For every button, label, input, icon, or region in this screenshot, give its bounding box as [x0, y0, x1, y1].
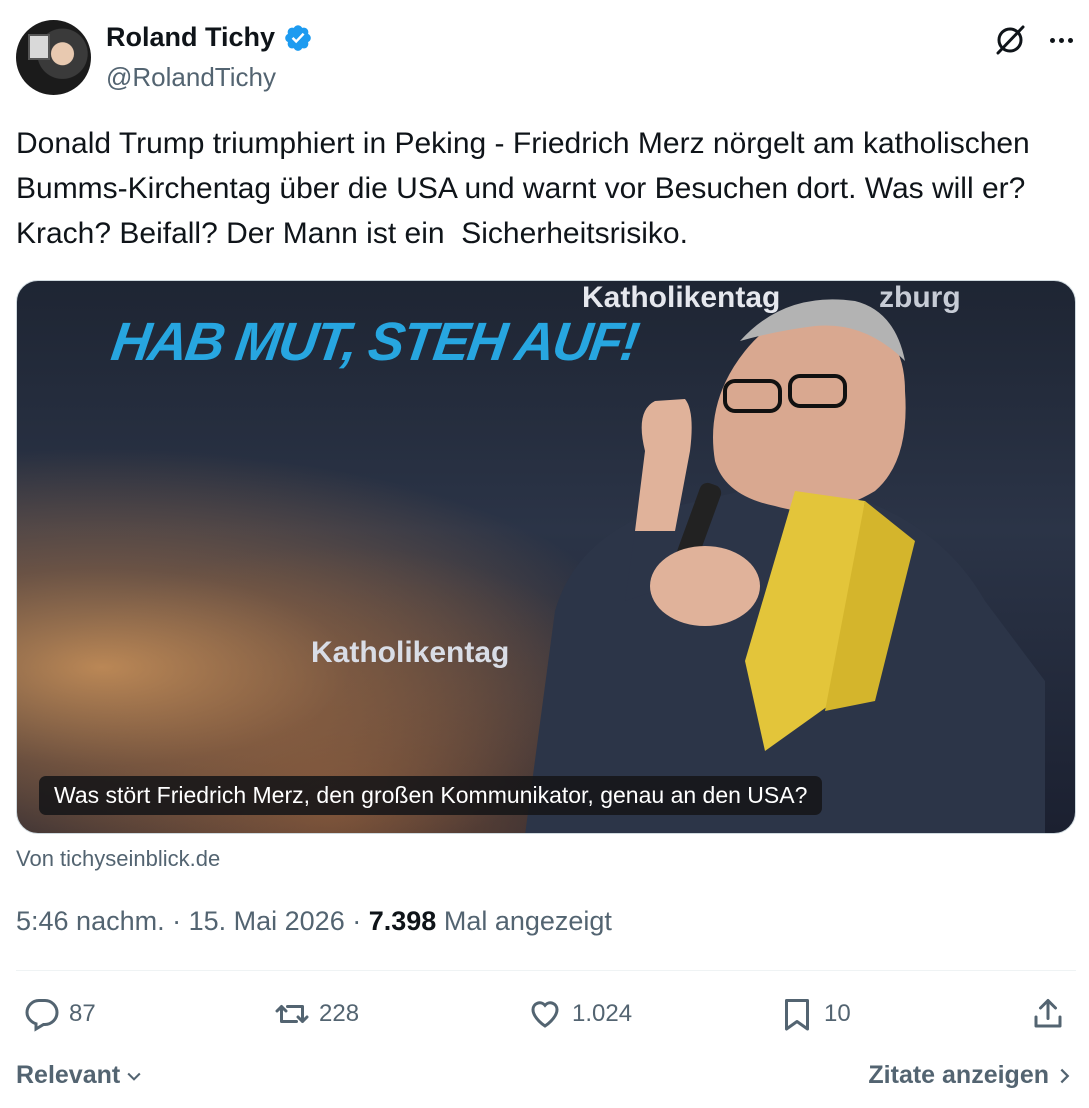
sort-dropdown[interactable]: Relevant: [16, 1061, 144, 1090]
quotes-label: Zitate anzeigen: [868, 1061, 1049, 1089]
bookmark-count: 10: [824, 1000, 851, 1027]
media-caption: Was stört Friedrich Merz, den großen Kom…: [39, 776, 823, 815]
sort-label: Relevant: [16, 1061, 121, 1089]
divider: [16, 970, 1076, 971]
view-count: 7.398: [368, 906, 437, 936]
tweet-date[interactable]: 15. Mai 2026: [189, 906, 345, 936]
share-button[interactable]: [1030, 996, 1066, 1032]
like-button[interactable]: 1.024: [527, 996, 632, 1032]
chevron-down-icon: [127, 1072, 141, 1081]
action-bar: 87 228 1.024 10: [16, 996, 1076, 1040]
avatar-picture-frame: [28, 34, 50, 60]
repost-count: 228: [319, 1000, 360, 1027]
repost-icon: [275, 1005, 309, 1023]
bookmark-icon: [785, 999, 809, 1031]
tweet-text: Donald Trump triumphiert in Peking - Fri…: [16, 127, 1039, 250]
bookmark-button[interactable]: 10: [779, 996, 851, 1032]
verified-badge-icon[interactable]: [283, 23, 313, 53]
reply-button[interactable]: 87: [24, 996, 96, 1032]
more-icon[interactable]: [1044, 22, 1078, 58]
share-icon: [1034, 999, 1062, 1028]
author-display-name[interactable]: Roland Tichy: [106, 22, 275, 53]
heart-icon: [531, 1001, 559, 1028]
speaker-photo: [525, 299, 1045, 833]
chevron-right-icon: [1060, 1068, 1070, 1083]
reply-icon: [25, 999, 59, 1032]
like-count: 1.024: [572, 1000, 633, 1027]
tweet-time[interactable]: 5:46 nachm.: [16, 906, 165, 936]
tweet-media-card[interactable]: HAB MUT, STEH AUF! Katholikentag zburg K…: [16, 280, 1076, 834]
author-name-row: Roland Tichy: [106, 22, 313, 53]
repost-button[interactable]: 228: [274, 996, 359, 1032]
author-handle[interactable]: @RolandTichy: [106, 62, 276, 93]
tweet-meta: 5:46 nachm. · 15. Mai 2026 · 7.398 Mal a…: [16, 906, 612, 936]
grok-icon[interactable]: [992, 22, 1028, 58]
show-quotes-link[interactable]: Zitate anzeigen: [868, 1061, 1073, 1090]
link-source[interactable]: Von tichyseinblick.de: [16, 846, 220, 872]
reply-count: 87: [69, 1000, 96, 1027]
avatar[interactable]: [16, 20, 91, 95]
sign-bottom: Katholikentag: [311, 636, 510, 669]
view-count-label: Mal angezeigt: [443, 906, 612, 936]
